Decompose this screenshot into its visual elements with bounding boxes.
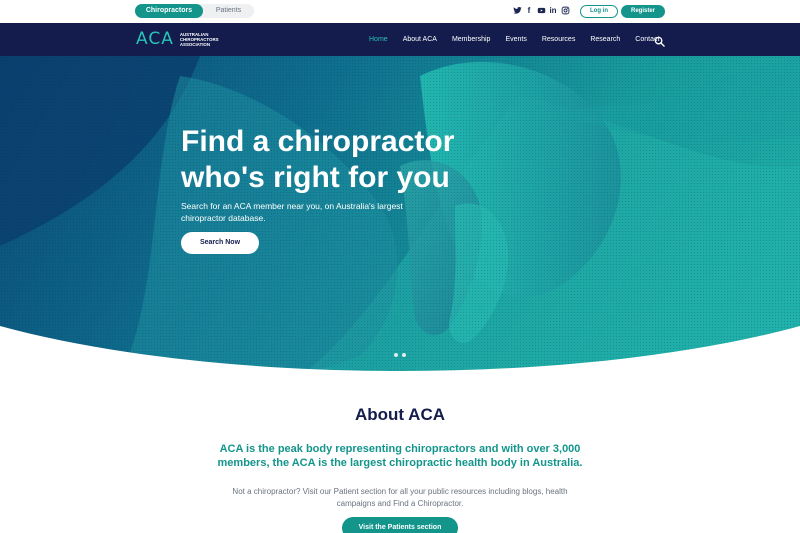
search-icon[interactable] [654, 34, 665, 47]
nav-item-resources[interactable]: Resources [542, 36, 575, 43]
slide-dot-1[interactable] [394, 353, 398, 357]
nav-item-home[interactable]: Home [369, 36, 388, 43]
visit-patients-button[interactable]: Visit the Patients section [342, 517, 458, 533]
social-links: f in [513, 6, 570, 16]
search-now-button[interactable]: Search Now [181, 232, 259, 254]
nav-item-events[interactable]: Events [505, 36, 526, 43]
about-lead: ACA is the peak body representing chirop… [217, 443, 583, 469]
logo-mark: ACA [136, 29, 174, 49]
aca-logo[interactable]: ACA AUSTRALIAN CHIROPRACTORS ASSOCIATION [136, 31, 230, 48]
about-title: About ACA [354, 405, 445, 424]
facebook-icon[interactable]: f [525, 6, 533, 16]
about-body: Not a chiropractor? Visit our Patient se… [232, 487, 568, 508]
audience-switcher: Chiropractors Patients [135, 4, 254, 18]
linkedin-icon[interactable]: in [549, 6, 557, 16]
main-navigation: ACA AUSTRALIAN CHIROPRACTORS ASSOCIATION… [0, 23, 800, 56]
twitter-icon[interactable] [513, 6, 522, 16]
youtube-icon[interactable] [537, 6, 546, 16]
instagram-icon[interactable] [561, 6, 570, 16]
slide-dot-2[interactable] [402, 353, 406, 357]
login-button[interactable]: Log in [580, 5, 618, 18]
register-button[interactable]: Register [621, 5, 665, 18]
audience-tab-patients[interactable]: Patients [203, 4, 254, 18]
hero-subtitle: Search for an ACA member near you, on Au… [181, 201, 403, 223]
logo-text: AUSTRALIAN CHIROPRACTORS ASSOCIATION [179, 32, 219, 47]
nav-item-membership[interactable]: Membership [452, 36, 491, 43]
utility-bar: Chiropractors Patients f in Log in Regis… [0, 0, 800, 23]
audience-tab-chiropractors[interactable]: Chiropractors [135, 4, 203, 18]
nav-item-research[interactable]: Research [590, 36, 620, 43]
nav-item-about[interactable]: About ACA [403, 36, 437, 43]
nav-menu: Home About ACA Membership Events Resourc… [369, 23, 674, 56]
hero-title: Find a chiropractor who's right for you [181, 125, 455, 194]
